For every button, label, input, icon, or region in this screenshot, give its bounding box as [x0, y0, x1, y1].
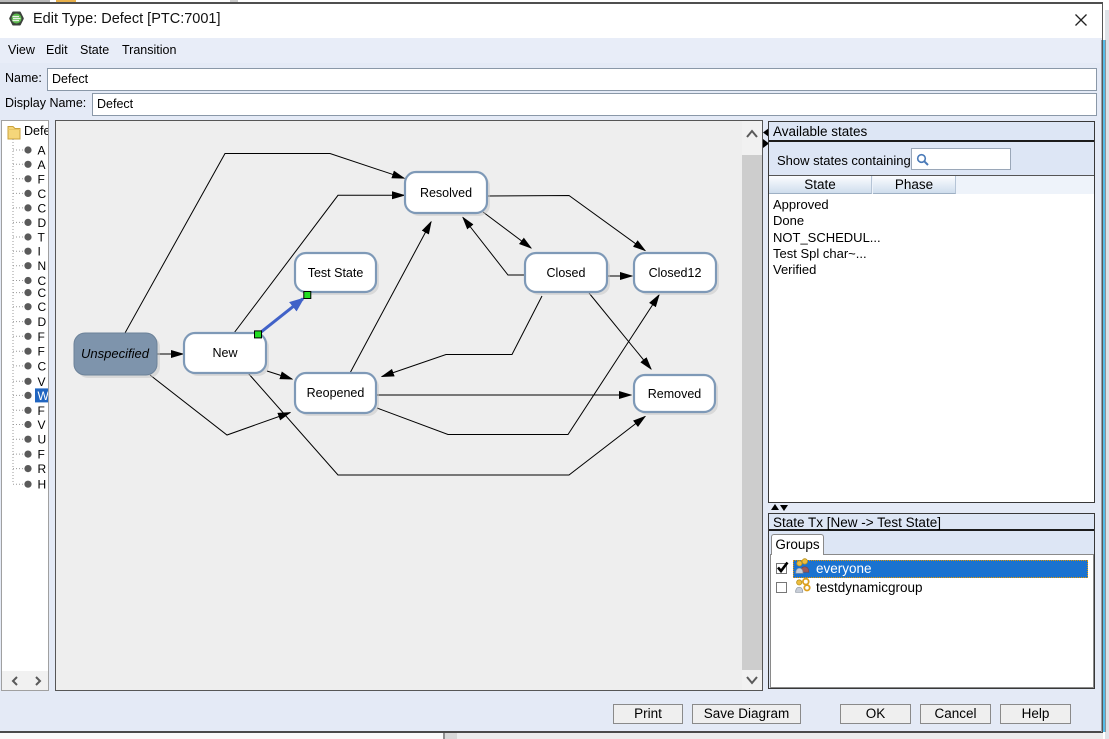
svg-text:F: F — [38, 172, 45, 186]
svg-text:F: F — [38, 448, 45, 462]
svg-text:A: A — [38, 144, 46, 158]
svg-text:C: C — [38, 187, 47, 201]
svg-text:Defe: Defe — [24, 124, 48, 138]
svg-text:V: V — [38, 418, 46, 432]
svg-text:Unspecified: Unspecified — [81, 346, 150, 361]
svg-text:I: I — [38, 245, 41, 259]
svg-text:W: W — [38, 389, 49, 403]
svg-text:H: H — [38, 478, 47, 492]
svg-text:C: C — [38, 286, 47, 300]
svg-text:C: C — [38, 300, 47, 314]
svg-text:N: N — [38, 259, 47, 273]
svg-text:F: F — [38, 404, 45, 418]
svg-text:C: C — [38, 201, 47, 215]
svg-text:C: C — [38, 359, 47, 373]
svg-text:T: T — [38, 231, 46, 245]
svg-text:F: F — [38, 330, 45, 344]
svg-text:V: V — [38, 375, 46, 389]
svg-text:D: D — [38, 315, 47, 329]
svg-text:Removed: Removed — [648, 387, 702, 401]
svg-text:U: U — [38, 433, 47, 447]
svg-text:Reopened: Reopened — [307, 386, 365, 400]
svg-text:New: New — [212, 346, 238, 360]
svg-text:D: D — [38, 216, 47, 230]
svg-text:Closed12: Closed12 — [649, 266, 702, 280]
svg-text:Resolved: Resolved — [420, 186, 472, 200]
svg-text:A: A — [38, 158, 46, 172]
svg-text:Test State: Test State — [308, 266, 364, 280]
svg-text:F: F — [38, 345, 45, 359]
svg-text:Closed: Closed — [547, 266, 586, 280]
svg-text:R: R — [38, 462, 47, 476]
